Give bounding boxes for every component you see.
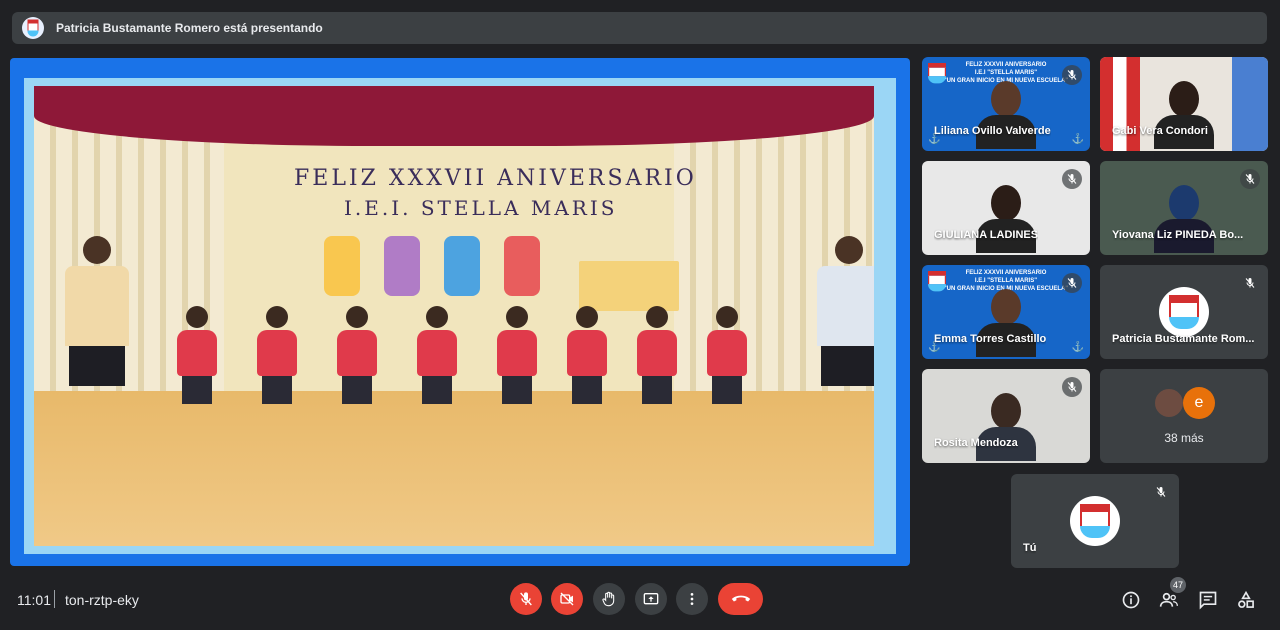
raise-hand-button[interactable] bbox=[593, 583, 625, 615]
school-crest-icon bbox=[928, 271, 946, 292]
participant-name: Yiovana Liz PINEDA Bo... bbox=[1112, 229, 1244, 241]
presenting-text: Patricia Bustamante Romero está presenta… bbox=[56, 21, 323, 35]
mic-off-icon bbox=[520, 592, 532, 606]
present-icon bbox=[643, 593, 659, 605]
school-crest-icon bbox=[928, 63, 946, 84]
more-options-button[interactable] bbox=[676, 583, 708, 615]
participant-tile[interactable]: FELIZ XXXVII ANIVERSARIO I.E.I "STELLA MA… bbox=[922, 57, 1090, 151]
participant-name: Patricia Bustamante Rom... bbox=[1112, 333, 1255, 345]
more-participants-label: 38 más bbox=[1164, 431, 1204, 445]
adult-left bbox=[62, 236, 132, 396]
shared-screen: FELIZ XXXVII ANIVERSARIO I.E.I. STELLA M… bbox=[10, 58, 910, 566]
camera-off-icon bbox=[560, 592, 574, 606]
participant-name: Gabi Vera Condori bbox=[1112, 125, 1208, 137]
curtain-top bbox=[34, 86, 874, 146]
participant-name: GIULIANA LADINES bbox=[934, 229, 1039, 241]
more-participants-tile[interactable]: e 38 más bbox=[1100, 369, 1268, 463]
meeting-time: 11:01 bbox=[17, 592, 51, 608]
stage-floor bbox=[34, 391, 874, 546]
stage-video: FELIZ XXXVII ANIVERSARIO I.E.I. STELLA M… bbox=[34, 86, 874, 546]
participant-name: Emma Torres Castillo bbox=[934, 333, 1047, 345]
adult-right bbox=[814, 236, 874, 396]
participant-tile[interactable]: Yiovana Liz PINEDA Bo... bbox=[1100, 161, 1268, 255]
chat-icon bbox=[1199, 591, 1217, 610]
participant-tile[interactable]: FELIZ XXXVII ANIVERSARIO I.E.I "STELLA MA… bbox=[922, 265, 1090, 359]
avatar: e bbox=[1183, 387, 1215, 419]
more-vert-icon bbox=[690, 593, 694, 605]
participant-tile[interactable]: Rosita Mendoza bbox=[922, 369, 1090, 463]
mic-off-icon bbox=[1240, 169, 1260, 189]
camera-toggle-button[interactable] bbox=[551, 583, 583, 615]
info-icon bbox=[1122, 591, 1140, 609]
participant-tile[interactable]: Patricia Bustamante Rom... bbox=[1100, 265, 1268, 359]
school-crest-icon bbox=[27, 19, 39, 37]
mic-off-icon bbox=[1062, 273, 1082, 293]
people-icon bbox=[1159, 592, 1178, 607]
mic-off-icon bbox=[1151, 482, 1171, 502]
participants-count-badge: 47 bbox=[1170, 577, 1186, 593]
anchor-icon: ⚓ bbox=[1071, 342, 1084, 353]
meeting-code: ton-rztp-eky bbox=[65, 592, 139, 608]
anchor-icon: ⚓ bbox=[1071, 134, 1084, 145]
mic-off-icon bbox=[1240, 273, 1260, 293]
self-tile[interactable]: Tú bbox=[1011, 474, 1179, 568]
school-crest-icon bbox=[1080, 504, 1110, 538]
school-drawing bbox=[579, 261, 679, 311]
hand-icon bbox=[602, 591, 615, 607]
mic-off-icon bbox=[1062, 169, 1082, 189]
banner-line-1: FELIZ XXXVII ANIVERSARIO bbox=[294, 166, 697, 191]
divider bbox=[54, 590, 55, 608]
present-screen-button[interactable] bbox=[635, 583, 667, 615]
banner-line-2: I.E.I. STELLA MARIS bbox=[344, 196, 618, 220]
participant-avatar bbox=[1159, 287, 1209, 337]
participant-tile[interactable]: Gabi Vera Condori bbox=[1100, 57, 1268, 151]
participant-name: Tú bbox=[1023, 542, 1037, 554]
school-crest-icon bbox=[1169, 295, 1199, 329]
meeting-details-button[interactable] bbox=[1119, 588, 1143, 612]
leave-call-button[interactable] bbox=[718, 583, 763, 615]
activities-button[interactable] bbox=[1234, 588, 1258, 612]
avatar bbox=[1153, 387, 1185, 419]
self-avatar bbox=[1070, 496, 1120, 546]
chat-button[interactable] bbox=[1196, 588, 1220, 612]
participant-name: Rosita Mendoza bbox=[934, 437, 1018, 449]
hangup-icon bbox=[731, 595, 750, 602]
mic-off-icon bbox=[1062, 65, 1082, 85]
mic-off-icon bbox=[1062, 377, 1082, 397]
participant-name: Liliana Ovillo Valverde bbox=[934, 125, 1051, 137]
mic-toggle-button[interactable] bbox=[510, 583, 542, 615]
participant-tile[interactable]: GIULIANA LADINES bbox=[922, 161, 1090, 255]
presenting-bar: Patricia Bustamante Romero está presenta… bbox=[12, 12, 1267, 44]
activities-icon bbox=[1238, 590, 1254, 608]
presenter-avatar bbox=[22, 17, 44, 39]
